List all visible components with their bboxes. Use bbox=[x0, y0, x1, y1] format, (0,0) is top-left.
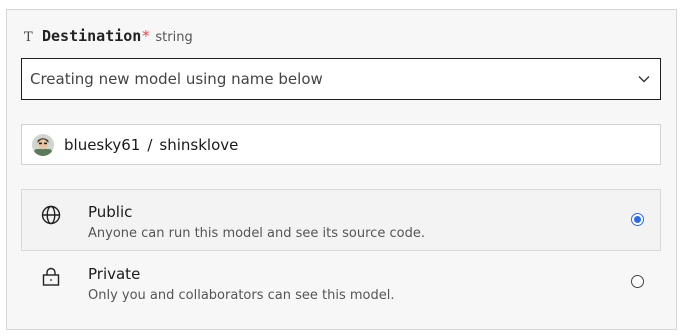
visibility-option-public[interactable]: Public Anyone can run this model and see… bbox=[21, 189, 661, 251]
model-name-field[interactable]: bluesky61 / shinsklove bbox=[21, 124, 661, 165]
destination-select-value: Creating new model using name below bbox=[30, 70, 323, 88]
model-owner: bluesky61 bbox=[64, 135, 141, 154]
lock-icon bbox=[42, 267, 60, 286]
chevron-down-icon bbox=[638, 76, 650, 83]
visibility-option-private[interactable]: Private Only you and collaborators can s… bbox=[21, 251, 661, 313]
model-name-separator: / bbox=[147, 135, 153, 154]
visibility-options: Public Anyone can run this model and see… bbox=[21, 189, 661, 313]
visibility-public-description: Anyone can run this model and see its so… bbox=[88, 226, 425, 241]
text-type-icon: T bbox=[24, 30, 33, 45]
globe-icon bbox=[41, 205, 61, 225]
public-radio[interactable] bbox=[631, 213, 644, 226]
user-avatar bbox=[32, 133, 54, 156]
field-label: Destination bbox=[42, 27, 142, 45]
required-marker: * bbox=[141, 27, 151, 45]
model-name: shinsklove bbox=[159, 135, 239, 154]
field-header: T Destination * string bbox=[24, 27, 193, 45]
visibility-public-title: Public bbox=[88, 203, 133, 221]
private-radio[interactable] bbox=[631, 275, 644, 288]
destination-select[interactable]: Creating new model using name below bbox=[21, 58, 661, 100]
visibility-private-description: Only you and collaborators can see this … bbox=[88, 288, 395, 303]
visibility-private-title: Private bbox=[88, 265, 141, 283]
field-type-label: string bbox=[155, 30, 193, 45]
